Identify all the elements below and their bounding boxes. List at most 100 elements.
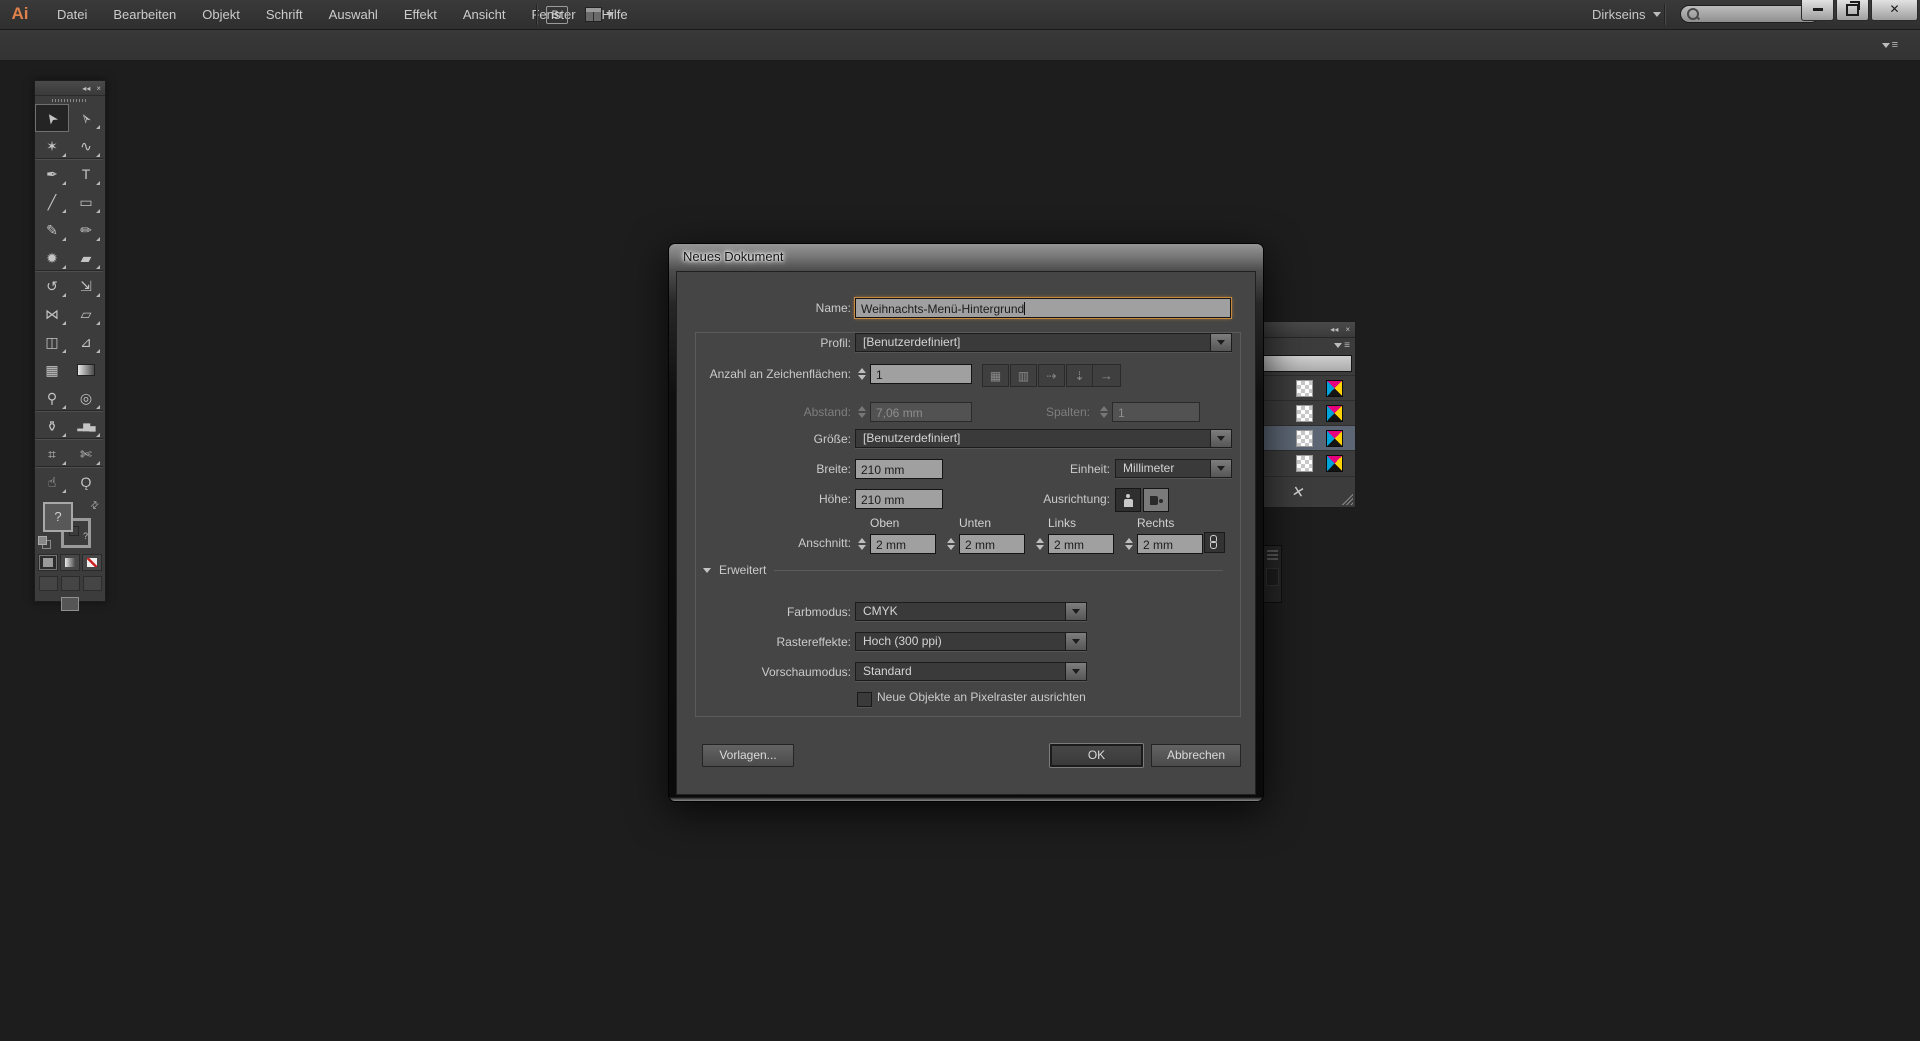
blend-tool-icon[interactable]: ◎ xyxy=(69,384,103,412)
illustrator-logo-icon[interactable]: Ai xyxy=(6,2,34,26)
profil-dropdown[interactable]: [Benutzerdefiniert] xyxy=(855,333,1232,352)
grid-by-row-icon[interactable]: ▦ xyxy=(982,364,1009,387)
blob-brush-tool-icon[interactable]: ✹ xyxy=(35,244,69,272)
bleed-value-field[interactable]: 2 mm xyxy=(959,534,1025,554)
zoom-tool-icon[interactable]: Ǫ xyxy=(69,468,103,496)
menu-item[interactable]: Auswahl xyxy=(316,0,391,29)
collapsed-panel-stub[interactable] xyxy=(1263,545,1282,603)
bleed-value-field[interactable]: 2 mm xyxy=(870,534,936,554)
bleed-value-field[interactable]: 2 mm xyxy=(1137,534,1203,554)
pen-tool-icon[interactable]: ✒ xyxy=(35,160,69,188)
groesse-dropdown[interactable]: [Benutzerdefiniert] xyxy=(855,429,1232,448)
arrange-by-column-icon[interactable]: ⇣ xyxy=(1066,364,1093,387)
swap-fill-stroke-icon[interactable]: ⇄ xyxy=(88,499,102,513)
orientation-landscape-button[interactable] xyxy=(1143,488,1169,512)
gradient-button[interactable] xyxy=(60,554,80,571)
restore-button[interactable] xyxy=(1836,0,1869,21)
perspective-grid-tool-icon[interactable]: ⊿ xyxy=(69,328,103,356)
dialog-title[interactable]: Neues Dokument xyxy=(669,244,1263,271)
bleed-stepper[interactable] xyxy=(1033,534,1046,554)
workspace-switcher[interactable]: Dirkseins xyxy=(1592,0,1661,29)
width-tool-icon[interactable]: ⋈ xyxy=(35,300,69,328)
link-bleed-values-button[interactable] xyxy=(1204,532,1225,553)
rotate-tool-icon[interactable]: ↺ xyxy=(35,272,69,300)
color-group-swatch-icon[interactable] xyxy=(1326,380,1343,397)
close-panel-icon[interactable]: × xyxy=(1345,325,1350,334)
pattern-swatch-icon[interactable] xyxy=(1296,380,1313,397)
farbmodus-dropdown[interactable]: CMYK xyxy=(855,602,1087,621)
bleed-stepper[interactable] xyxy=(855,534,868,554)
hand-tool-icon[interactable]: ☝ xyxy=(35,468,69,496)
pattern-swatch-icon[interactable] xyxy=(1296,405,1313,422)
slice-tool-icon[interactable]: ✄ xyxy=(69,440,103,468)
go-to-bridge-button[interactable]: Br xyxy=(546,6,568,24)
paintbrush-tool-icon[interactable]: ✎ xyxy=(35,216,69,244)
rastereffekte-dropdown[interactable]: Hoch (300 ppi) xyxy=(855,632,1087,651)
bleed-value-field[interactable]: 2 mm xyxy=(1048,534,1114,554)
bleed-stepper[interactable] xyxy=(944,534,957,554)
line-segment-tool-icon[interactable]: ╱ xyxy=(35,188,69,216)
panel-menu-icon[interactable]: ≡ xyxy=(1344,340,1350,351)
ok-button[interactable]: OK xyxy=(1050,744,1143,767)
menu-item[interactable]: Ansicht xyxy=(450,0,519,29)
vorlagen-button[interactable]: Vorlagen... xyxy=(702,744,794,767)
close-button[interactable]: ✕ xyxy=(1871,0,1918,21)
hoehe-field[interactable]: 210 mm xyxy=(855,489,943,509)
color-button[interactable] xyxy=(38,554,58,571)
gradient-tool-icon[interactable]: ■ xyxy=(69,356,103,384)
panel-resize-grip[interactable] xyxy=(1341,493,1353,505)
pattern-swatch-icon[interactable] xyxy=(1296,430,1313,447)
panel-drag-grip[interactable] xyxy=(35,96,105,104)
color-group-swatch-icon[interactable] xyxy=(1326,430,1343,447)
abbrechen-button[interactable]: Abbrechen xyxy=(1151,744,1241,767)
change-screen-mode-button[interactable] xyxy=(61,597,79,611)
arrange-by-row-icon[interactable]: ⇢ xyxy=(1038,364,1065,387)
grid-by-column-icon[interactable]: ▥ xyxy=(1010,364,1037,387)
name-field[interactable]: Weihnachts-Menü-Hintergrund xyxy=(855,298,1231,318)
eraser-tool-icon[interactable]: ▰ xyxy=(69,244,103,272)
anzahl-field[interactable]: 1 xyxy=(870,364,972,384)
pencil-tool-icon[interactable]: ✏ xyxy=(69,216,103,244)
collapse-panel-icon[interactable]: ◂◂ xyxy=(82,84,90,93)
draw-inside-button[interactable] xyxy=(83,576,102,591)
color-group-swatch-icon[interactable] xyxy=(1326,455,1343,472)
minimize-button[interactable] xyxy=(1801,0,1834,21)
none-button[interactable] xyxy=(82,554,102,571)
eyedropper-tool-icon[interactable]: ⚲ xyxy=(35,384,69,412)
einheit-dropdown[interactable]: Millimeter xyxy=(1115,459,1232,478)
close-panel-icon[interactable]: × xyxy=(96,84,101,93)
menu-item[interactable]: Bearbeiten xyxy=(100,0,189,29)
draw-behind-button[interactable] xyxy=(61,576,80,591)
symbol-sprayer-tool-icon[interactable]: ⚱ xyxy=(35,412,69,440)
lasso-tool-icon[interactable]: ∿ xyxy=(69,132,103,160)
pixelraster-checkbox[interactable] xyxy=(857,692,872,707)
mesh-tool-icon[interactable]: ▦ xyxy=(35,356,69,384)
color-group-swatch-icon[interactable] xyxy=(1326,405,1343,422)
shape-builder-tool-icon[interactable]: ◫ xyxy=(35,328,69,356)
none-swatch-icon[interactable]: ✕ xyxy=(1290,482,1306,502)
type-tool-icon[interactable]: T xyxy=(69,160,103,188)
arrange-direction-button[interactable]: → xyxy=(1092,364,1121,387)
direct-selection-tool-icon[interactable]: ➢ xyxy=(69,104,103,132)
arrange-documents-button[interactable] xyxy=(585,6,615,23)
orientation-portrait-button[interactable] xyxy=(1115,488,1141,512)
column-graph-tool-icon[interactable]: ▂▆▄ xyxy=(69,412,103,440)
anzahl-stepper[interactable] xyxy=(855,364,868,384)
draw-normal-button[interactable] xyxy=(39,576,58,591)
scale-tool-icon[interactable]: ⇲ xyxy=(69,272,103,300)
vorschaumodus-dropdown[interactable]: Standard xyxy=(855,662,1087,681)
default-fill-stroke-icon[interactable] xyxy=(38,536,50,548)
free-transform-tool-icon[interactable]: ▱ xyxy=(69,300,103,328)
bleed-stepper[interactable] xyxy=(1122,534,1135,554)
menu-item[interactable]: Datei xyxy=(44,0,100,29)
erweitert-section-toggle[interactable]: Erweitert xyxy=(703,563,1223,577)
breite-field[interactable]: 210 mm xyxy=(855,459,943,479)
fill-color-well[interactable]: ? xyxy=(43,502,73,532)
pattern-swatch-icon[interactable] xyxy=(1296,455,1313,472)
menu-item[interactable]: Objekt xyxy=(189,0,253,29)
rectangle-tool-icon[interactable]: ▭ xyxy=(69,188,103,216)
magic-wand-tool-icon[interactable]: ✶ xyxy=(35,132,69,160)
artboard-tool-icon[interactable]: ⌗ xyxy=(35,440,69,468)
collapse-panel-icon[interactable]: ◂◂ xyxy=(1330,325,1338,334)
control-bar-menu-button[interactable]: ≡ xyxy=(1882,39,1898,51)
